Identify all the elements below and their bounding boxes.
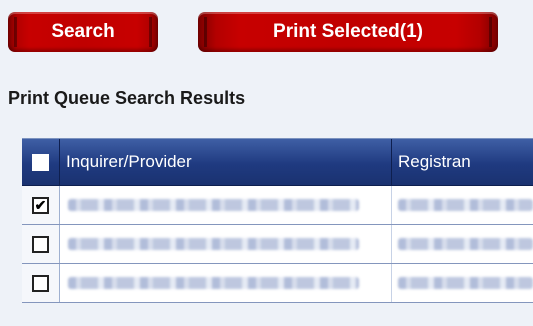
column-header-registrant[interactable]: Registran bbox=[392, 139, 533, 185]
inquirer-provider-cell bbox=[60, 186, 392, 224]
registrant-cell bbox=[392, 225, 533, 263]
print-selected-button[interactable]: Print Selected(1) bbox=[198, 12, 498, 52]
redacted-text bbox=[68, 199, 359, 211]
inquirer-provider-cell bbox=[60, 225, 392, 263]
print-queue-table: Inquirer/Provider Registran ✔ bbox=[22, 138, 533, 303]
search-button[interactable]: Search bbox=[8, 12, 158, 52]
inquirer-provider-cell bbox=[60, 264, 392, 302]
table-row[interactable] bbox=[22, 264, 533, 303]
column-header-inquirer-provider[interactable]: Inquirer/Provider bbox=[60, 139, 392, 185]
redacted-text bbox=[398, 238, 533, 250]
row-select-cell bbox=[22, 264, 60, 302]
row-select-cell bbox=[22, 225, 60, 263]
table-row[interactable] bbox=[22, 225, 533, 264]
redacted-text bbox=[68, 238, 359, 250]
row-checkbox[interactable]: ✔ bbox=[32, 196, 49, 214]
results-title: Print Queue Search Results bbox=[8, 88, 246, 108]
redacted-text bbox=[398, 199, 533, 211]
redacted-text bbox=[398, 277, 533, 289]
registrant-cell bbox=[392, 186, 533, 224]
select-all-checkbox[interactable] bbox=[32, 153, 49, 171]
redacted-text bbox=[68, 277, 359, 289]
registrant-cell bbox=[392, 264, 533, 302]
row-checkbox[interactable] bbox=[32, 274, 49, 292]
table-row[interactable]: ✔ bbox=[22, 186, 533, 225]
row-select-cell: ✔ bbox=[22, 186, 60, 224]
row-checkbox[interactable] bbox=[32, 235, 49, 253]
table-header: Inquirer/Provider Registran bbox=[22, 139, 533, 186]
select-all-cell bbox=[22, 139, 60, 185]
